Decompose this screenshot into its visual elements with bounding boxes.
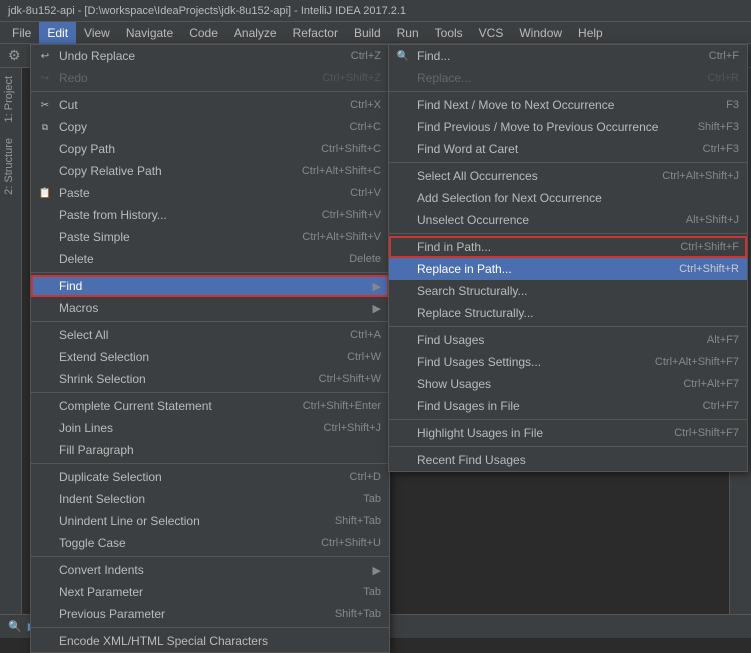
menu-redo: ↪ Redo Ctrl+Shift+Z (31, 67, 389, 89)
menu-select-all[interactable]: Select All Ctrl+A (31, 324, 389, 346)
find-unselect-occurrence[interactable]: Unselect Occurrence Alt+Shift+J (389, 209, 747, 231)
menu-undo[interactable]: ↩ Undo Replace Ctrl+Z (31, 45, 389, 67)
find-word-at-caret[interactable]: Find Word at Caret Ctrl+F3 (389, 138, 747, 160)
menu-view[interactable]: View (76, 22, 118, 44)
menu-edit[interactable]: Edit (39, 22, 76, 44)
find-prev-occurrence[interactable]: Find Previous / Move to Previous Occurre… (389, 116, 747, 138)
highlight-usages-in-file[interactable]: Highlight Usages in File Ctrl+Shift+F7 (389, 422, 747, 444)
menu-encode-xml[interactable]: Encode XML/HTML Special Characters (31, 630, 389, 652)
menu-delete[interactable]: Delete Delete (31, 248, 389, 270)
settings-icon[interactable]: ⚙ (4, 45, 25, 66)
find-icon: 🔍 (393, 51, 413, 62)
menu-bar: File Edit View Navigate Code Analyze Ref… (0, 22, 751, 44)
edit-menu-dropdown: ↩ Undo Replace Ctrl+Z ↪ Redo Ctrl+Shift+… (30, 44, 390, 653)
status-icon: 🔍 (8, 620, 22, 633)
show-usages[interactable]: Show Usages Ctrl+Alt+F7 (389, 373, 747, 395)
menu-refactor[interactable]: Refactor (285, 22, 346, 44)
menu-extend-selection[interactable]: Extend Selection Ctrl+W (31, 346, 389, 368)
separator-5 (31, 463, 389, 464)
separator-2 (31, 272, 389, 273)
separator-1 (31, 91, 389, 92)
menu-paste-simple[interactable]: Paste Simple Ctrl+Alt+Shift+V (31, 226, 389, 248)
left-sidebar: 1: Project 2: Structure (0, 68, 22, 614)
find-usages-in-file[interactable]: Find Usages in File Ctrl+F7 (389, 395, 747, 417)
menu-file[interactable]: File (4, 22, 39, 44)
menu-join-lines[interactable]: Join Lines Ctrl+Shift+J (31, 417, 389, 439)
menu-unindent[interactable]: Unindent Line or Selection Shift+Tab (31, 510, 389, 532)
find-next-occurrence[interactable]: Find Next / Move to Next Occurrence F3 (389, 94, 747, 116)
find-in-path[interactable]: Find in Path... Ctrl+Shift+F (389, 236, 747, 258)
find-sep-4 (389, 326, 747, 327)
find-sep-1 (389, 91, 747, 92)
recent-find-usages[interactable]: Recent Find Usages (389, 449, 747, 471)
menu-analyze[interactable]: Analyze (226, 22, 285, 44)
menu-indent-selection[interactable]: Indent Selection Tab (31, 488, 389, 510)
find-usages-settings[interactable]: Find Usages Settings... Ctrl+Alt+Shift+F… (389, 351, 747, 373)
find-search-structurally[interactable]: Search Structurally... (389, 280, 747, 302)
separator-7 (31, 627, 389, 628)
menu-duplicate-selection[interactable]: Duplicate Selection Ctrl+D (31, 466, 389, 488)
title-text: jdk-8u152-api - [D:\workspace\IdeaProjec… (8, 5, 406, 17)
menu-fill-paragraph[interactable]: Fill Paragraph (31, 439, 389, 461)
cut-icon: ✂ (35, 100, 55, 111)
replace-in-path[interactable]: Replace in Path... Ctrl+Shift+R (389, 258, 747, 280)
sidebar-project[interactable]: 1: Project (0, 68, 21, 130)
find-sep-6 (389, 446, 747, 447)
menu-paste-history[interactable]: Paste from History... Ctrl+Shift+V (31, 204, 389, 226)
menu-run[interactable]: Run (389, 22, 427, 44)
menu-help[interactable]: Help (570, 22, 611, 44)
menu-toggle-case[interactable]: Toggle Case Ctrl+Shift+U (31, 532, 389, 554)
menu-shrink-selection[interactable]: Shrink Selection Ctrl+Shift+W (31, 368, 389, 390)
paste-icon: 📋 (35, 188, 55, 199)
copy-icon: ⧉ (35, 122, 55, 133)
menu-find[interactable]: Find ▶ (31, 275, 389, 297)
find-submenu: 🔍 Find... Ctrl+F Replace... Ctrl+R Find … (388, 44, 748, 472)
separator-3 (31, 321, 389, 322)
find-replace[interactable]: Replace... Ctrl+R (389, 67, 747, 89)
menu-code[interactable]: Code (181, 22, 226, 44)
find-add-selection-next[interactable]: Add Selection for Next Occurrence (389, 187, 747, 209)
menu-next-param[interactable]: Next Parameter Tab (31, 581, 389, 603)
sidebar-structure[interactable]: 2: Structure (0, 130, 21, 203)
redo-icon: ↪ (35, 73, 55, 84)
menu-complete-statement[interactable]: Complete Current Statement Ctrl+Shift+En… (31, 395, 389, 417)
menu-tools[interactable]: Tools (427, 22, 471, 44)
menu-vcs[interactable]: VCS (471, 22, 512, 44)
title-bar: jdk-8u152-api - [D:\workspace\IdeaProjec… (0, 0, 751, 22)
separator-6 (31, 556, 389, 557)
menu-build[interactable]: Build (346, 22, 389, 44)
menu-macros[interactable]: Macros ▶ (31, 297, 389, 319)
menu-convert-indents[interactable]: Convert Indents ▶ (31, 559, 389, 581)
menu-paste[interactable]: 📋 Paste Ctrl+V (31, 182, 389, 204)
undo-icon: ↩ (35, 51, 55, 62)
menu-cut[interactable]: ✂ Cut Ctrl+X (31, 94, 389, 116)
find-find[interactable]: 🔍 Find... Ctrl+F (389, 45, 747, 67)
menu-window[interactable]: Window (511, 22, 570, 44)
menu-copy-path[interactable]: Copy Path Ctrl+Shift+C (31, 138, 389, 160)
find-sep-3 (389, 233, 747, 234)
find-replace-structurally[interactable]: Replace Structurally... (389, 302, 747, 324)
menu-prev-param[interactable]: Previous Parameter Shift+Tab (31, 603, 389, 625)
find-sep-2 (389, 162, 747, 163)
find-select-all-occurrences[interactable]: Select All Occurrences Ctrl+Alt+Shift+J (389, 165, 747, 187)
find-usages[interactable]: Find Usages Alt+F7 (389, 329, 747, 351)
separator-4 (31, 392, 389, 393)
menu-copy[interactable]: ⧉ Copy Ctrl+C (31, 116, 389, 138)
find-sep-5 (389, 419, 747, 420)
menu-navigate[interactable]: Navigate (118, 22, 181, 44)
menu-copy-relative-path[interactable]: Copy Relative Path Ctrl+Alt+Shift+C (31, 160, 389, 182)
